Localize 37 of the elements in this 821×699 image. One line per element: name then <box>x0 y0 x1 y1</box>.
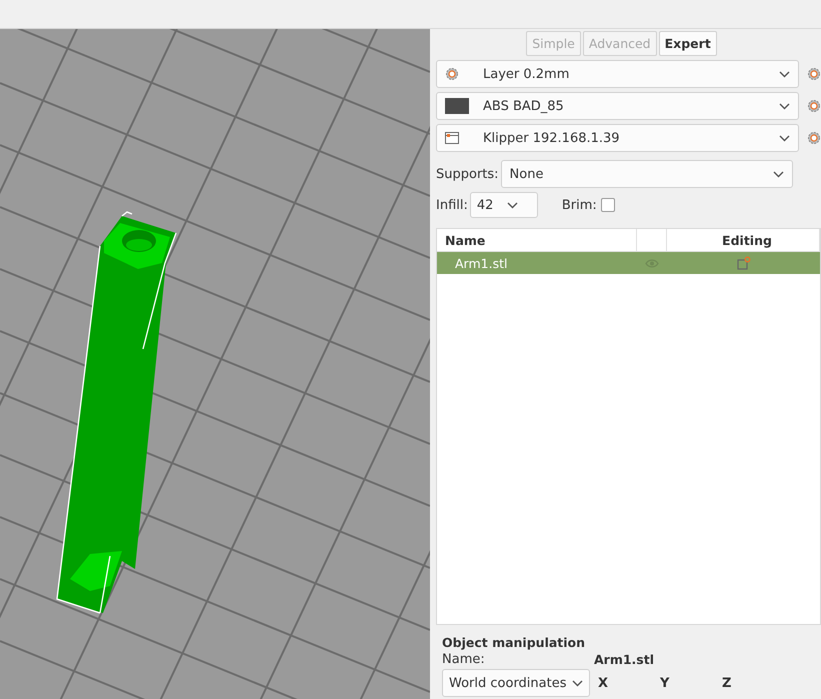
arm-model-drawing[interactable] <box>56 211 177 614</box>
gear-icon[interactable] <box>445 67 459 81</box>
gear-icon[interactable] <box>807 99 821 113</box>
chevron-down-icon <box>779 102 790 110</box>
printer-window-icon <box>445 132 459 144</box>
edit-settings-icon[interactable] <box>736 256 750 270</box>
preset-dropdown[interactable]: Klipper 192.168.1.39 <box>436 124 799 152</box>
gear-icon[interactable] <box>807 131 821 145</box>
chevron-down-icon <box>779 134 790 142</box>
axis-label: Z <box>721 676 732 690</box>
column-header[interactable]: Name <box>437 229 637 251</box>
preset-name: Layer 0.2mm <box>483 66 570 82</box>
axis-label: Y <box>659 676 670 690</box>
supports-dropdown[interactable]: None <box>500 160 793 188</box>
infill-dropdown[interactable]: 42 <box>470 192 538 218</box>
chevron-down-icon <box>779 70 790 78</box>
object-name: Arm1.stl <box>454 256 508 270</box>
group-title: Object manipulation <box>442 635 586 650</box>
object-name-value: Arm1.stl <box>594 652 656 667</box>
preset-name: Klipper 192.168.1.39 <box>483 130 621 146</box>
build-plate-grid-drawing[interactable] <box>0 29 430 699</box>
name-label: Name: <box>442 652 486 667</box>
column-header[interactable]: Editing <box>667 229 820 251</box>
chevron-down-icon <box>572 680 583 686</box>
preset-dropdown[interactable]: Layer 0.2mm <box>436 60 799 88</box>
preset-name: ABS BAD_85 <box>483 98 565 114</box>
brim-checkbox[interactable] <box>600 198 615 212</box>
chevron-down-icon <box>506 202 518 208</box>
supports-label: Supports: <box>436 166 499 182</box>
chevron-down-icon <box>773 170 784 178</box>
gear-icon[interactable] <box>807 67 821 81</box>
axis-label: X <box>597 676 610 690</box>
mode-tab[interactable]: Expert <box>658 31 717 56</box>
infill-label: Infill: <box>436 198 468 212</box>
brim-label: Brim: <box>562 198 597 212</box>
coordinates-dropdown[interactable]: World coordinates <box>442 669 590 697</box>
preset-dropdown[interactable]: ABS BAD_85 <box>436 92 799 120</box>
